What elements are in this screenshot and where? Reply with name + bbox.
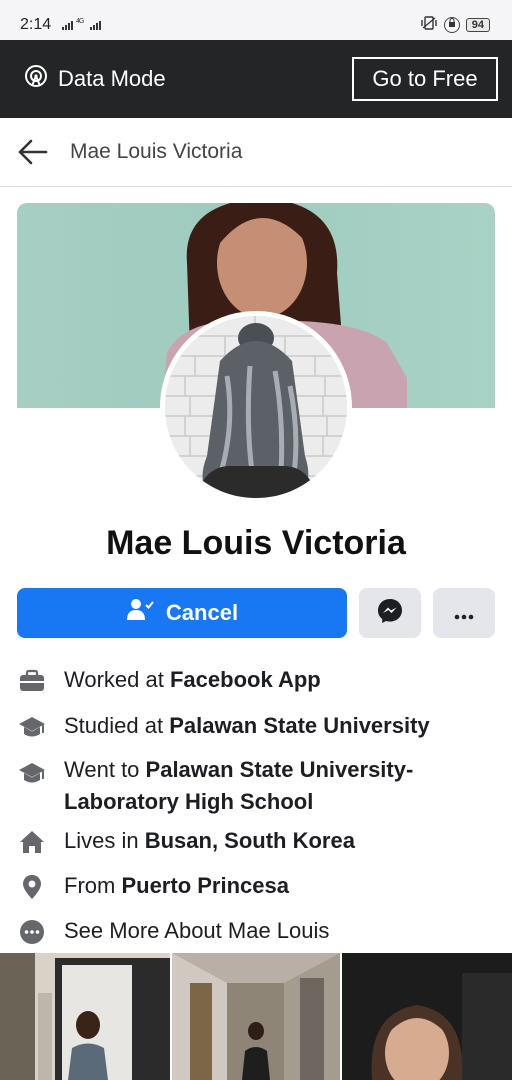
detail-prefix: Went to [64,757,146,782]
battery-icon: 94 [465,17,490,32]
cancel-request-button[interactable]: Cancel [17,588,347,638]
network-type: 4G [76,18,84,25]
data-mode-banner: Data Mode Go to Free [0,40,512,118]
home-icon [18,828,46,856]
photos-strip [0,953,512,1080]
graduation-cap-icon [18,713,46,741]
detail-prefix: Worked at [64,667,170,692]
status-bar: 2:14 4G 94 [0,0,512,40]
header-title: Mae Louis Victoria [70,140,243,163]
more-dots-icon [18,918,46,946]
location-pin-icon [18,873,46,901]
detail-text: Studied at Palawan State University [64,710,484,742]
profile-header: Mae Louis Victoria [0,118,512,187]
photo-thumbnail[interactable] [342,953,512,1080]
detail-text: Lives in Busan, South Korea [64,825,484,857]
data-mode-label: Data Mode [58,66,166,91]
vibrate-icon [420,16,438,33]
back-arrow-icon[interactable] [16,137,50,167]
briefcase-icon [18,667,46,695]
detail-value: Busan, South Korea [144,828,355,853]
signal-icon: 4G [62,17,108,34]
photo-thumbnail[interactable] [172,953,340,1080]
detail-prefix: From [64,873,122,898]
detail-text: Worked at Facebook App [64,664,484,696]
detail-prefix: Studied at [64,713,170,738]
profile-picture[interactable] [160,311,352,503]
go-to-free-button[interactable]: Go to Free [352,57,498,101]
profile-picture-image [165,316,347,498]
detail-value: Facebook App [169,667,321,692]
data-mode-indicator: Data Mode [24,64,166,94]
detail-value: Palawan State University [169,713,430,738]
detail-prefix: Lives in [64,828,145,853]
detail-text: From Puerto Princesa [64,870,484,902]
detail-text: See More About Mae Louis [64,915,484,947]
photo-thumbnail[interactable] [0,953,170,1080]
profile-name: Mae Louis Victoria [106,524,406,562]
data-mode-icon [24,64,48,94]
detail-value: Puerto Princesa [121,873,289,898]
cancel-label: Cancel [165,600,239,625]
lock-icon [443,16,460,33]
person-check-icon [126,598,154,628]
more-options-button[interactable] [433,588,495,638]
status-time: 2:14 [20,16,52,33]
see-more-label: See More About Mae Louis [64,918,330,943]
ellipsis-icon [453,600,475,626]
detail-text: Went to Palawan State University-Laborat… [64,754,454,818]
status-icons: 94 [420,16,490,33]
graduation-cap-icon [18,759,46,787]
message-button[interactable] [359,588,421,638]
messenger-icon [376,597,404,630]
